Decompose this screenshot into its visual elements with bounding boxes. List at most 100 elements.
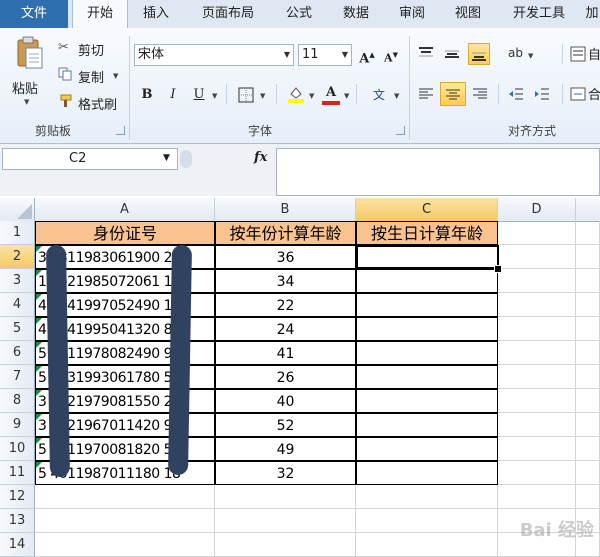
row-header-1[interactable]: 1 [0, 221, 35, 245]
column-header-a[interactable]: A [35, 198, 215, 222]
clipboard-launcher-icon[interactable] [116, 126, 125, 135]
header-cell-a[interactable]: 身份证号 [35, 221, 215, 245]
cell-d2[interactable] [498, 245, 576, 269]
column-header-d[interactable]: D [498, 198, 576, 222]
header-cell-c[interactable]: 按生日计算年龄 [356, 221, 498, 245]
cell-e1[interactable] [576, 221, 600, 245]
cell-d7[interactable] [498, 365, 576, 389]
underline-dropdown-icon[interactable]: ▼ [212, 92, 217, 100]
age-by-birthday-cell[interactable] [356, 269, 498, 293]
header-cell-b[interactable]: 按年份计算年龄 [215, 221, 356, 245]
tab-view[interactable]: 视图 [442, 0, 494, 28]
font-color-dropdown-icon[interactable]: ▼ [344, 92, 349, 100]
align-left-icon[interactable] [418, 86, 434, 102]
tab-home[interactable]: 开始 [72, 0, 128, 30]
select-all-button[interactable] [0, 198, 35, 222]
cell-c13[interactable] [356, 509, 498, 533]
active-cell-outline[interactable] [356, 245, 499, 269]
row-header-5[interactable]: 5 [0, 317, 35, 341]
cell-d3[interactable] [498, 269, 576, 293]
cell-d12[interactable] [498, 485, 576, 509]
age-by-year-cell[interactable]: 22 [215, 293, 356, 317]
cell-d5[interactable] [498, 317, 576, 341]
column-header-e[interactable] [576, 198, 600, 222]
phonetic-dropdown-icon[interactable]: ▼ [394, 92, 399, 100]
cell-e7[interactable] [576, 365, 600, 389]
age-by-birthday-cell[interactable] [356, 413, 498, 437]
age-by-year-cell[interactable]: 36 [215, 245, 356, 269]
row-header-8[interactable]: 8 [0, 389, 35, 413]
row-header-9[interactable]: 9 [0, 413, 35, 437]
age-by-birthday-cell[interactable] [356, 437, 498, 461]
cell-e12[interactable] [576, 485, 600, 509]
row-header-10[interactable]: 10 [0, 437, 35, 461]
chevron-down-icon[interactable]: ▼ [163, 153, 170, 163]
age-by-birthday-cell[interactable] [356, 389, 498, 413]
age-by-birthday-cell[interactable] [356, 461, 498, 485]
tab-formulas[interactable]: 公式 [274, 0, 324, 28]
insert-function-button[interactable]: fx [254, 150, 267, 165]
age-by-year-cell[interactable]: 52 [215, 413, 356, 437]
font-size-select[interactable]: 11 ▼ [298, 44, 352, 66]
age-by-birthday-cell[interactable] [356, 317, 498, 341]
age-by-year-cell[interactable]: 26 [215, 365, 356, 389]
phonetic-button[interactable]: 文 [368, 84, 390, 106]
align-bottom-button[interactable] [468, 43, 490, 65]
cell-b12[interactable] [215, 485, 356, 509]
cell-d1[interactable] [498, 221, 576, 245]
tab-page-layout[interactable]: 页面布局 [188, 0, 268, 28]
cell-e5[interactable] [576, 317, 600, 341]
shrink-font-button[interactable]: A▼ [380, 44, 402, 66]
font-launcher-icon[interactable] [396, 126, 405, 135]
cell-e4[interactable] [576, 293, 600, 317]
underline-button[interactable]: U [188, 84, 210, 106]
tab-developer[interactable]: 开发工具 [500, 0, 578, 28]
age-by-birthday-cell[interactable] [356, 341, 498, 365]
cell-e10[interactable] [576, 437, 600, 461]
cell-d6[interactable] [498, 341, 576, 365]
copy-dropdown-icon[interactable]: ▼ [113, 72, 118, 80]
age-by-birthday-cell[interactable] [356, 365, 498, 389]
tab-addins[interactable]: 加 [584, 0, 600, 28]
cell-e11[interactable] [576, 461, 600, 485]
row-header-6[interactable]: 6 [0, 341, 35, 365]
age-by-year-cell[interactable]: 49 [215, 437, 356, 461]
row-header-13[interactable]: 13 [0, 509, 35, 533]
age-by-year-cell[interactable]: 32 [215, 461, 356, 485]
cell-e2[interactable] [576, 245, 600, 269]
formula-input[interactable] [276, 148, 600, 196]
row-header-3[interactable]: 3 [0, 269, 35, 293]
cell-c14[interactable] [356, 533, 498, 557]
cell-b13[interactable] [215, 509, 356, 533]
orientation-dropdown-icon[interactable]: ▼ [528, 52, 533, 60]
age-by-year-cell[interactable]: 40 [215, 389, 356, 413]
fill-color-dropdown-icon[interactable]: ▼ [309, 92, 314, 100]
cell-a12[interactable] [35, 485, 215, 509]
cell-d10[interactable] [498, 437, 576, 461]
age-by-year-cell[interactable]: 34 [215, 269, 356, 293]
row-header-14[interactable]: 14 [0, 533, 35, 557]
row-header-12[interactable]: 12 [0, 485, 35, 509]
age-by-birthday-cell[interactable] [356, 293, 498, 317]
row-header-4[interactable]: 4 [0, 293, 35, 317]
paste-icon[interactable] [14, 36, 44, 70]
formula-bar-splitter[interactable] [180, 150, 192, 168]
tab-file[interactable]: 文件 [0, 0, 68, 28]
cell-e6[interactable] [576, 341, 600, 365]
borders-icon[interactable] [238, 87, 254, 103]
align-middle-icon[interactable] [444, 46, 460, 62]
cell-a13[interactable] [35, 509, 215, 533]
cell-d11[interactable] [498, 461, 576, 485]
cut-button[interactable]: 剪切 [78, 40, 104, 59]
borders-dropdown-icon[interactable]: ▼ [260, 92, 265, 100]
align-center-button[interactable] [440, 82, 466, 106]
orientation-icon[interactable]: ab [508, 46, 524, 62]
cell-c12[interactable] [356, 485, 498, 509]
row-header-11[interactable]: 11 [0, 461, 35, 485]
bold-button[interactable]: B [136, 84, 158, 106]
tab-review[interactable]: 审阅 [388, 0, 436, 28]
fill-handle[interactable] [494, 265, 502, 273]
cell-e3[interactable] [576, 269, 600, 293]
align-top-icon[interactable] [418, 46, 434, 62]
cell-d9[interactable] [498, 413, 576, 437]
